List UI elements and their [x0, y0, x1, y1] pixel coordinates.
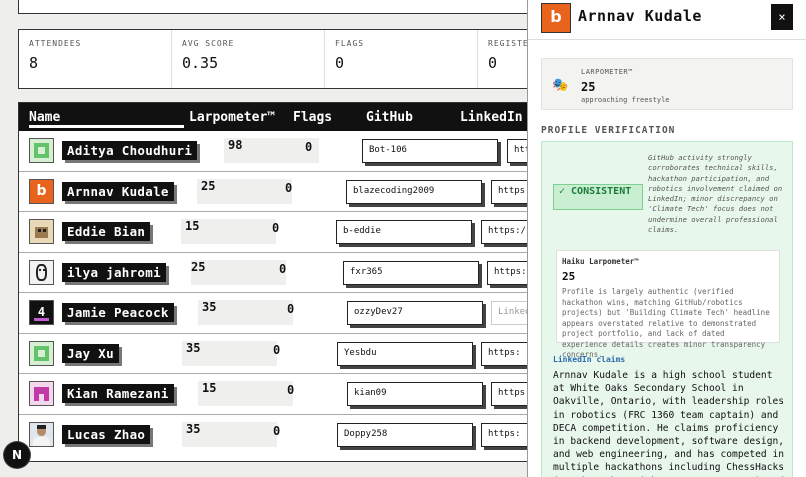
drawer-header: b Arnnav Kudale ×	[528, 0, 806, 40]
attendee-name[interactable]: Kian Ramezani	[62, 384, 174, 403]
larpometer-card: 🎭 LARPOMETER™ 25 approaching freestyle	[541, 58, 793, 110]
stat-label: AVG SCORE	[182, 39, 235, 48]
stat-label: FLAGS	[335, 39, 365, 48]
linkedin-claims-label: LinkedIn claims	[553, 355, 626, 364]
attendee-name[interactable]: Aditya Choudhuri	[62, 141, 198, 160]
flags-count: 0	[272, 221, 280, 235]
stat-value: 0	[335, 54, 345, 72]
haiku-larpometer-card: Haiku Larpometer™ 25 Profile is largely …	[556, 250, 780, 359]
flags-count: 0	[287, 302, 295, 316]
github-link[interactable]: Yesbdu	[337, 341, 473, 366]
avatar	[29, 381, 54, 406]
table-header: Name Larpometer™ Flags GitHub LinkedIn	[19, 103, 527, 131]
larpometer-cell: 15	[198, 381, 293, 406]
attendee-name[interactable]: ilya jahromi	[62, 262, 166, 282]
verdict-note: GitHub activity strongly corroborates te…	[648, 153, 783, 235]
larpometer-value: 15	[185, 219, 200, 233]
haiku-explanation: Profile is largely authentic (verified h…	[562, 287, 770, 359]
attendee-name[interactable]: Jamie Peacock	[62, 303, 174, 322]
larpometer-cell: 35	[182, 421, 277, 447]
github-link[interactable]: b-eddie	[336, 220, 472, 244]
header-github[interactable]: GitHub	[366, 110, 413, 125]
stat-value: 0.35	[182, 54, 219, 72]
flags-count: 0	[273, 342, 281, 357]
avatar: b	[29, 178, 54, 204]
github-link[interactable]: ozzyDev27	[347, 301, 483, 325]
larpometer-cell: 15	[181, 219, 276, 244]
section-title: PROFILE VERIFICATION	[541, 125, 676, 136]
profile-name: Arnnav Kudale	[578, 7, 702, 25]
larpometer-value: 98	[228, 138, 243, 152]
flags-count: 0	[287, 383, 295, 397]
github-link[interactable]: kian09	[347, 382, 483, 406]
profile-drawer: b Arnnav Kudale × 🎭 LARPOMETER™ 25 appro…	[527, 0, 806, 477]
stat-label: ATTENDEES	[29, 39, 82, 48]
linkedin-claims-text: Arnnav Kudale is a high school student a…	[553, 370, 785, 477]
larpometer-label: LARPOMETER™	[581, 68, 633, 76]
header-name[interactable]: Name	[29, 110, 60, 125]
github-link[interactable]: blazecoding2009	[346, 179, 482, 204]
larpometer-value: 25	[201, 178, 216, 193]
larpometer-value: 35	[186, 421, 201, 436]
avatar	[29, 259, 54, 285]
table-row[interactable]: 4 Jamie Peacock 35 0 ozzyDev27 Linked	[19, 293, 571, 334]
stat-flags: FLAGS 0	[325, 30, 478, 88]
avatar	[29, 138, 54, 163]
profile-avatar: b	[541, 3, 571, 33]
attendee-name[interactable]: Arnnav Kudale	[62, 181, 174, 201]
avatar	[29, 421, 54, 447]
attendees-table: Name Larpometer™ Flags GitHub LinkedIn A…	[18, 102, 587, 462]
table-row[interactable]: ilya jahromi 25 0 fxr365 https:	[19, 253, 567, 293]
flags-count: 0	[279, 261, 287, 276]
attendee-name[interactable]: Lucas Zhao	[62, 424, 151, 444]
stat-attendees: ATTENDEES 8	[19, 30, 172, 88]
flags-count: 0	[285, 180, 293, 195]
stat-value: 8	[29, 54, 39, 72]
sort-indicator	[29, 125, 184, 128]
larpometer-cell: 25	[191, 259, 286, 285]
larpometer-value: 25	[191, 259, 206, 274]
larpometer-score: 25	[581, 80, 596, 94]
table-row[interactable]: b Arnnav Kudale 25 0 blazecoding2009 htt…	[19, 172, 571, 212]
table-row[interactable]: Jay Xu 35 0 Yesbdu https:	[19, 334, 561, 374]
close-button[interactable]: ×	[771, 4, 793, 30]
avatar: 4	[29, 300, 54, 325]
verification-box: ✓ CONSISTENT GitHub activity strongly co…	[541, 141, 793, 477]
table-row[interactable]: Kian Ramezani 15 0 kian09 https:	[19, 374, 571, 415]
header-larpometer[interactable]: Larpometer™	[189, 110, 275, 125]
header-linkedin[interactable]: LinkedIn	[460, 110, 523, 125]
attendee-name[interactable]: Eddie Bian	[62, 222, 151, 241]
stats-bar: ATTENDEES 8 AVG SCORE 0.35 FLAGS 0 REGIS…	[18, 29, 631, 89]
github-link[interactable]: Doppy258	[337, 422, 473, 447]
avatar	[29, 219, 54, 244]
table-row[interactable]: Lucas Zhao 35 0 Doppy258 https:	[19, 415, 561, 456]
verdict-badge: ✓ CONSISTENT	[553, 184, 643, 210]
theater-masks-icon: 🎭	[552, 78, 569, 93]
larpometer-value: 35	[202, 300, 217, 314]
table-row[interactable]: Aditya Choudhuri 98 0 Bot-106 https:	[19, 131, 587, 172]
header-flags[interactable]: Flags	[293, 110, 332, 125]
larpometer-value: 35	[186, 340, 201, 355]
haiku-label: Haiku Larpometer™	[562, 257, 639, 266]
github-link[interactable]: Bot-106	[362, 139, 498, 163]
haiku-score: 25	[562, 270, 576, 283]
larpometer-cell: 25	[197, 178, 292, 204]
dev-indicator-badge[interactable]: N	[4, 442, 30, 468]
github-link[interactable]: fxr365	[343, 260, 479, 285]
larpometer-descriptor: approaching freestyle	[581, 96, 670, 104]
flags-count: 0	[305, 140, 313, 154]
larpometer-value: 15	[202, 381, 217, 395]
stat-avg-score: AVG SCORE 0.35	[172, 30, 325, 88]
larpometer-cell: 35	[182, 340, 277, 366]
avatar	[29, 340, 54, 366]
flags-count: 0	[273, 423, 281, 438]
table-row[interactable]: Eddie Bian 15 0 b-eddie https:/	[19, 212, 561, 253]
attendee-name[interactable]: Jay Xu	[62, 343, 119, 363]
larpometer-cell: 35	[198, 300, 293, 325]
previous-card	[18, 0, 538, 14]
